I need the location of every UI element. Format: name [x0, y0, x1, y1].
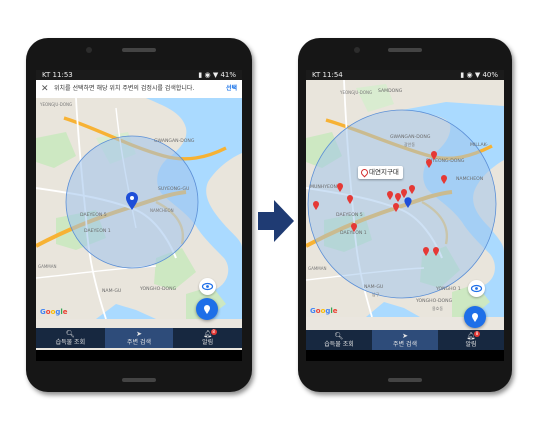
bell-icon: 🔔︎ — [203, 330, 213, 338]
notification-badge: 8 — [210, 329, 217, 335]
map-label-daeyeon1: DAEYEON 1 — [84, 228, 111, 234]
status-bar: KT 11:54 ▮ ◉ ▼ 40% — [306, 70, 504, 80]
map-label-namcheon: NAMCHEON — [150, 208, 174, 213]
map-label-gamman: GAMMAN — [38, 264, 56, 269]
bottom-nav: 🔍︎ 습득물 조회 ➤ 주변 검색 🔔︎ 8 알림 — [306, 330, 504, 350]
bottom-speaker — [388, 378, 422, 382]
tab-found-items[interactable]: 🔍︎ 습득물 조회 — [306, 330, 372, 350]
map-label-munhyeon: MUNHYEON — [310, 184, 337, 190]
navigation-arrow-icon: ➤ — [136, 330, 142, 338]
front-camera — [86, 47, 92, 53]
search-icon: 🔍︎ — [65, 330, 75, 338]
bell-icon: 🔔︎ — [466, 332, 476, 340]
bottom-nav: 🔍︎ 습득물 조회 ➤ 주변 검색 🔔︎ 8 알림 — [36, 328, 242, 348]
location-pin-icon — [472, 313, 478, 322]
map-label-nam-gu-kr: 남구 — [372, 291, 380, 297]
map-label-gwangan: GWANGAN-DONG — [390, 134, 431, 140]
right-phone-frame: KT 11:54 ▮ ◉ ▼ 40% YEONGJU-DONG SAMDONG … — [298, 38, 512, 392]
current-location-button[interactable] — [468, 280, 485, 297]
map-label-millak: MILLAK- — [470, 142, 488, 148]
earpiece — [122, 48, 156, 52]
map-label-yongho-kr: 용호동 — [432, 306, 443, 311]
map-label-yeongju: YEONGJU-DONG — [339, 90, 372, 95]
bottom-speaker — [122, 378, 156, 382]
map-label-nam-gu: NAM-GU — [102, 288, 121, 294]
eye-icon — [470, 284, 483, 293]
info-message: 위치를 선택하면 해당 위치 주변의 검정시를 검색합니다. — [54, 85, 195, 92]
google-logo: Google — [40, 308, 68, 316]
map-label-daeyeon5: DAEYEON 5 — [336, 212, 363, 218]
system-nav-bar — [306, 350, 504, 361]
select-button[interactable]: 선택 — [226, 80, 237, 98]
map-label-daeyeon5: DAEYEON 5 — [80, 212, 107, 218]
station-callout[interactable]: 대연지구대 — [358, 166, 403, 179]
status-bar: KT 11:53 ▮ ◉ ▼ 41% — [36, 70, 242, 80]
search-icon: 🔍︎ — [334, 332, 344, 340]
map-label-gamman: GAMMAN — [308, 266, 326, 271]
map-label-gwangan: GWANGAN-DONG — [154, 138, 195, 144]
current-location-button[interactable] — [199, 278, 216, 295]
battery-level: ▮ ◉ ▼ 40% — [460, 71, 498, 79]
navigation-arrow-icon: ➤ — [402, 332, 408, 340]
left-screen: KT 11:53 ▮ ◉ ▼ 41% ✕ 위치를 선택하면 해당 위치 주변의 … — [36, 70, 242, 361]
map-label-namcheon: NAMCHEON — [456, 176, 483, 182]
tab-nearby-search[interactable]: ➤ 주변 검색 — [372, 330, 438, 350]
system-nav-bar — [36, 350, 242, 361]
location-pin-icon — [359, 167, 370, 178]
battery-level: ▮ ◉ ▼ 41% — [198, 71, 236, 79]
close-icon[interactable]: ✕ — [41, 80, 49, 98]
info-banner: ✕ 위치를 선택하면 해당 위치 주변의 검정시를 검색합니다. 선택 — [36, 80, 242, 99]
tab-notifications[interactable]: 🔔︎ 8 알림 — [173, 328, 242, 348]
search-here-button[interactable] — [464, 306, 486, 328]
left-phone-frame: KT 11:53 ▮ ◉ ▼ 41% ✕ 위치를 선택하면 해당 위치 주변의 … — [26, 38, 252, 392]
right-screen: KT 11:54 ▮ ◉ ▼ 40% YEONGJU-DONG SAMDONG … — [306, 70, 504, 361]
google-logo: Google — [310, 307, 338, 315]
map-label-gwangan-kr: 광안동 — [404, 141, 415, 147]
status-time: KT 11:53 — [42, 71, 73, 79]
map-label-suyeong-gu: SUYEONG-GU — [158, 186, 189, 192]
transition-arrow — [258, 200, 294, 242]
tab-nearby-search[interactable]: ➤ 주변 검색 — [104, 328, 174, 348]
status-time: KT 11:54 — [312, 71, 343, 79]
search-here-button[interactable] — [196, 298, 218, 320]
map-label-samdong: SAMDONG — [378, 88, 403, 94]
tab-found-items[interactable]: 🔍︎ 습득물 조회 — [36, 328, 105, 348]
eye-icon — [201, 282, 214, 291]
map-label-yongho: YONGHO-DONG — [139, 286, 177, 292]
map-label-yongho: YONGHO-DONG — [415, 298, 453, 304]
notification-badge: 8 — [474, 331, 480, 337]
earpiece — [388, 48, 422, 52]
map-label-yongho1: YONGHO 1 — [435, 286, 461, 292]
callout-label: 대연지구대 — [369, 168, 399, 176]
front-camera — [354, 47, 360, 53]
tab-notifications[interactable]: 🔔︎ 8 알림 — [438, 330, 504, 350]
location-pin-icon — [204, 305, 210, 314]
map-label-nam-gu: NAM-GU — [364, 284, 383, 290]
map-label-yeongju: YEONGJU-DONG — [39, 102, 72, 107]
